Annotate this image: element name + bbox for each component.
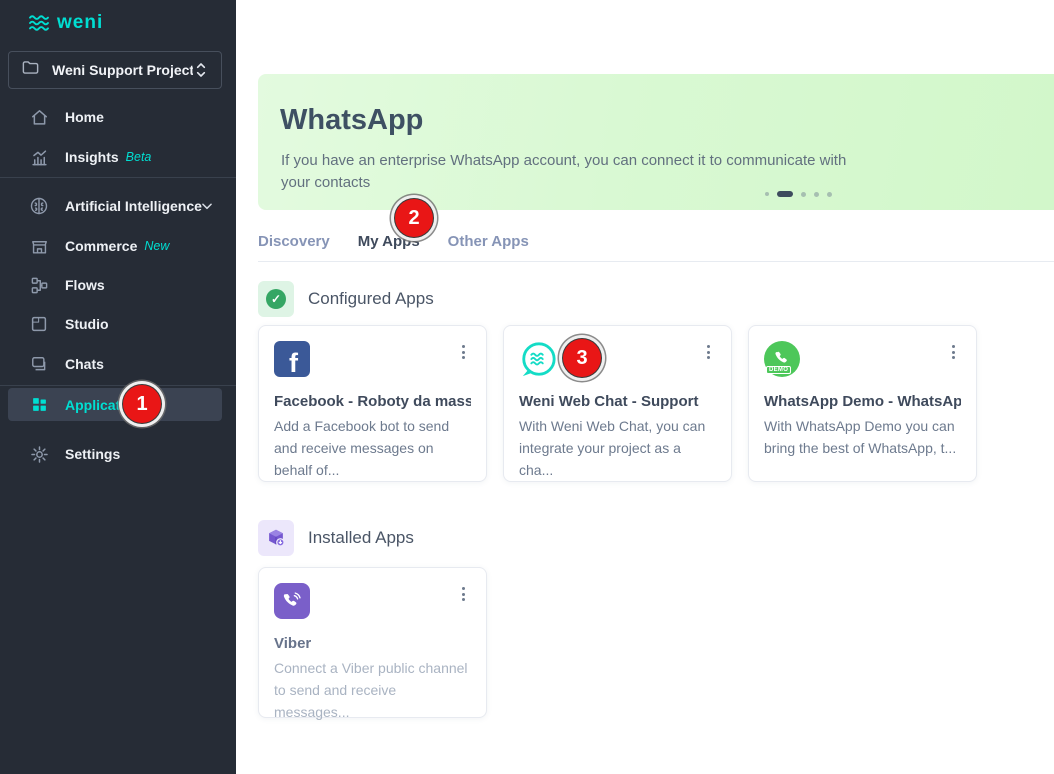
banner-description: If you have an enterprise WhatsApp accou… [281, 150, 866, 194]
carousel-dot[interactable] [827, 192, 832, 197]
sidebar-item-insights[interactable]: Insights Beta [0, 137, 236, 177]
installed-apps-icon [258, 520, 294, 556]
installed-apps-header: Installed Apps [258, 520, 414, 556]
home-icon [28, 108, 50, 127]
app-card-facebook[interactable]: f Facebook - Roboty da massa Add a Faceb… [258, 325, 487, 482]
weni-logo[interactable]: weni [28, 12, 103, 34]
app-card-whatsapp-demo[interactable]: DEMO WhatsApp Demo - WhatsAp... With Wha… [748, 325, 977, 482]
sidebar-item-studio[interactable]: Studio [0, 304, 236, 344]
facebook-icon: f [274, 341, 310, 377]
sidebar-item-artificial-intelligence[interactable]: Artificial Intelligence [0, 186, 236, 226]
sidebar-item-label: Insights [65, 149, 119, 165]
flows-icon [28, 276, 50, 295]
carousel-dot[interactable] [814, 192, 819, 197]
whatsapp-promo-banner[interactable]: WhatsApp If you have an enterprise Whats… [258, 74, 1054, 210]
sidebar-item-chats[interactable]: Chats [0, 344, 236, 384]
weni-waves-icon [28, 14, 50, 32]
new-tag: New [144, 239, 169, 253]
sidebar-divider [0, 385, 236, 386]
tab-discovery[interactable]: Discovery [258, 233, 330, 256]
sidebar: weni Weni Support Project Home [0, 0, 236, 774]
app-card-description: Add a Facebook bot to send and receive m… [274, 415, 471, 481]
folder-icon [21, 58, 40, 82]
demo-tag: DEMO [766, 366, 791, 374]
project-name: Weni Support Project [52, 62, 193, 78]
annotation-step-2: 2 [395, 199, 433, 237]
configured-apps-header: ✓ Configured Apps [258, 281, 434, 317]
beta-tag: Beta [126, 150, 152, 164]
app-card-title: Weni Web Chat - Support [519, 393, 716, 410]
kebab-menu-icon[interactable] [701, 341, 716, 363]
carousel-dots [765, 191, 832, 197]
app-card-viber[interactable]: Viber Connect a Viber public channel to … [258, 567, 487, 718]
storefront-icon [28, 237, 50, 256]
sidebar-item-settings[interactable]: Settings [0, 434, 236, 474]
kebab-menu-icon[interactable] [946, 341, 961, 363]
sidebar-item-label: Artificial Intelligence [65, 198, 202, 214]
apps-tabs: Discovery My Apps Other Apps [258, 233, 529, 256]
app-card-title: WhatsApp Demo - WhatsAp... [764, 393, 961, 410]
sidebar-item-label: Studio [65, 316, 109, 332]
check-icon: ✓ [266, 289, 286, 309]
sidebar-item-home[interactable]: Home [0, 97, 236, 137]
sidebar-item-label: Chats [65, 356, 104, 372]
tabs-divider [258, 261, 1054, 262]
viber-icon [274, 583, 310, 619]
brain-icon [28, 196, 50, 216]
sidebar-item-label: Settings [65, 446, 120, 462]
annotation-step-1: 1 [123, 385, 161, 423]
insights-icon [28, 148, 50, 167]
app-card-title: Facebook - Roboty da massa [274, 393, 471, 410]
kebab-menu-icon[interactable] [456, 583, 471, 605]
sidebar-divider [0, 177, 236, 178]
section-title: Configured Apps [308, 289, 434, 309]
section-title: Installed Apps [308, 528, 414, 548]
configured-apps-icon: ✓ [258, 281, 294, 317]
app-card-title: Viber [274, 635, 471, 652]
sidebar-item-flows[interactable]: Flows [0, 265, 236, 305]
carousel-dot[interactable] [801, 192, 806, 197]
sidebar-item-commerce[interactable]: Commerce New [0, 226, 236, 266]
app-card-weni-web-chat[interactable]: Weni Web Chat - Support With Weni Web Ch… [503, 325, 732, 482]
app-card-description: With Weni Web Chat, you can integrate yo… [519, 415, 716, 481]
app-card-description: Connect a Viber public channel to send a… [274, 657, 471, 723]
carousel-dot[interactable] [765, 192, 769, 196]
weni-platform-page: weni Weni Support Project Home [0, 0, 1054, 774]
weni-web-chat-icon [519, 341, 555, 377]
sidebar-item-label: Home [65, 109, 104, 125]
kebab-menu-icon[interactable] [456, 341, 471, 363]
logo-wordmark: weni [57, 12, 103, 34]
tab-other-apps[interactable]: Other Apps [448, 233, 529, 256]
chevron-updown-icon[interactable] [193, 61, 209, 79]
main-content: WhatsApp If you have an enterprise Whats… [236, 0, 1054, 774]
gear-icon [28, 445, 50, 464]
carousel-dot-active[interactable] [777, 191, 793, 197]
configured-apps-row: f Facebook - Roboty da massa Add a Faceb… [258, 325, 977, 482]
studio-icon [28, 315, 50, 333]
sidebar-item-label: Flows [65, 277, 105, 293]
whatsapp-demo-icon: DEMO [764, 341, 800, 377]
project-selector[interactable]: Weni Support Project [8, 51, 222, 89]
app-card-description: With WhatsApp Demo you can bring the bes… [764, 415, 961, 459]
chats-icon [28, 355, 50, 374]
annotation-step-3: 3 [563, 339, 601, 377]
banner-title: WhatsApp [280, 104, 423, 137]
applications-grid-icon [28, 396, 50, 413]
chevron-down-icon[interactable] [200, 199, 214, 213]
sidebar-item-applications[interactable]: Applications [8, 388, 222, 421]
installed-apps-row: Viber Connect a Viber public channel to … [258, 567, 487, 718]
sidebar-item-label: Commerce [65, 238, 137, 254]
